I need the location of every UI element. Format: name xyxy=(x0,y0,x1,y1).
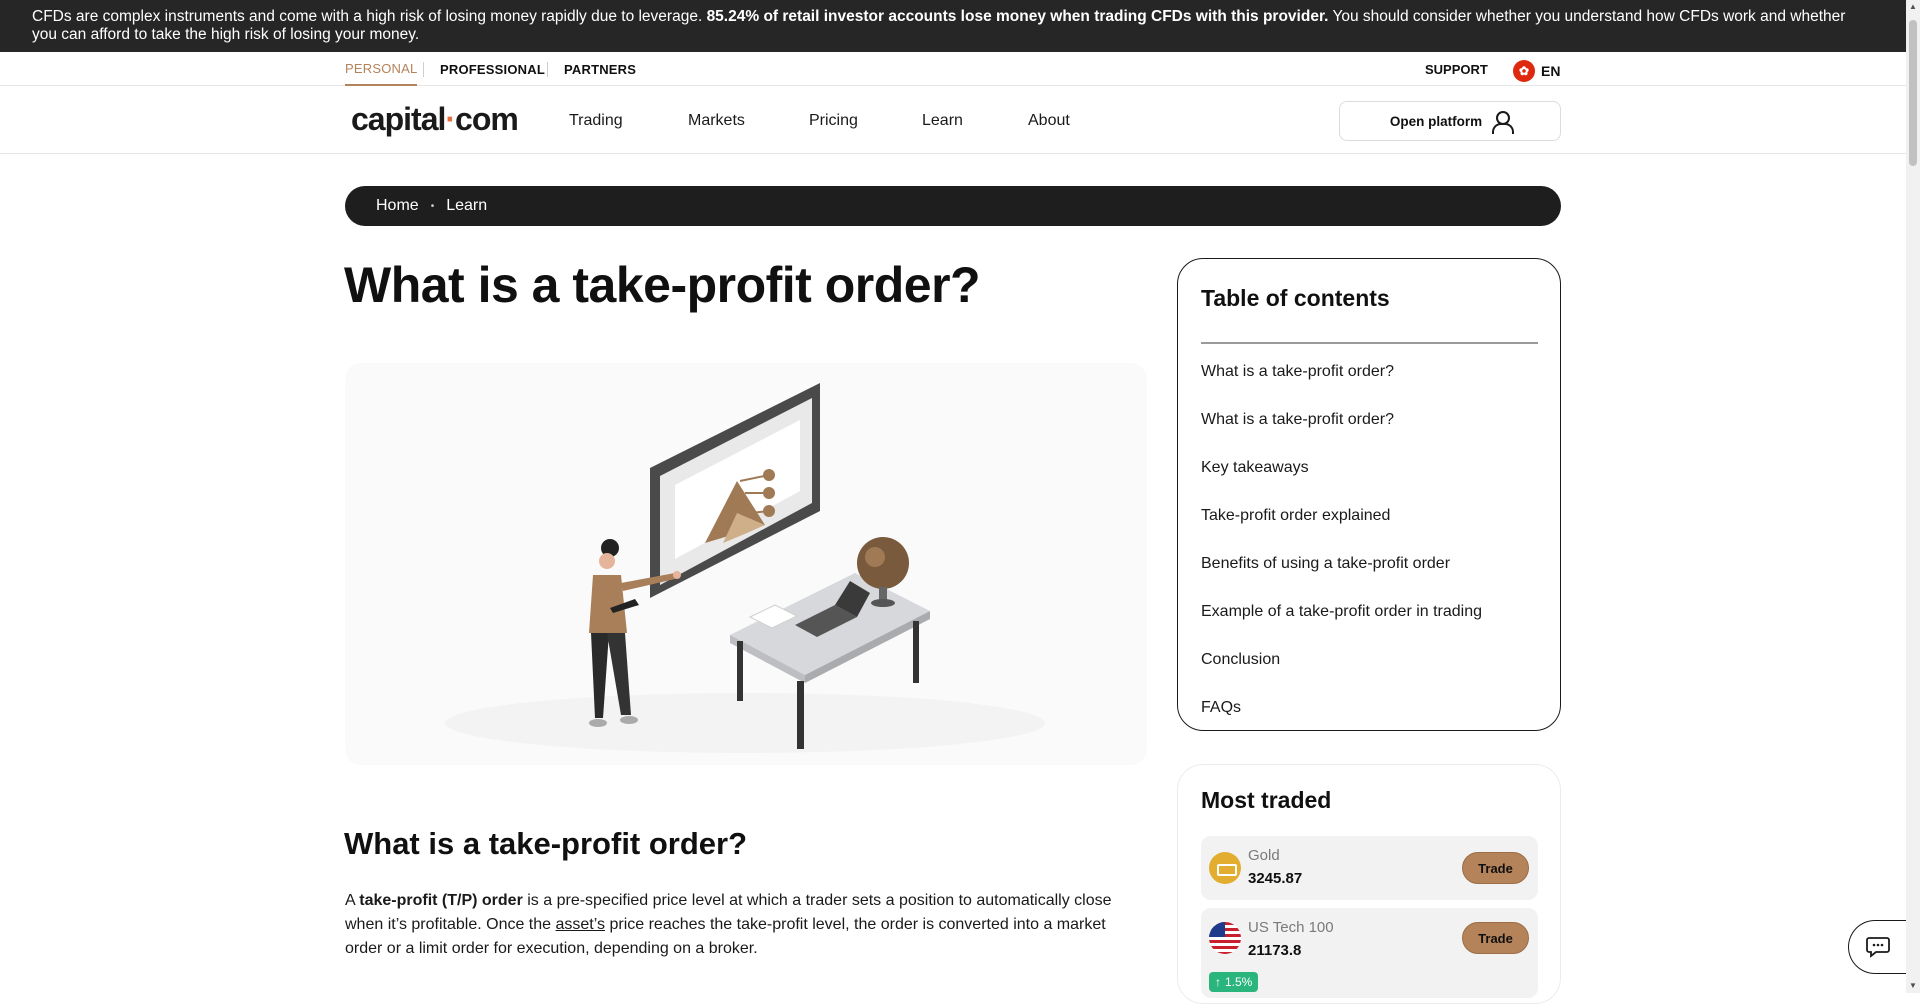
segment-divider xyxy=(547,62,548,77)
us-flag-icon xyxy=(1209,922,1241,954)
segment-divider xyxy=(423,62,424,77)
language-selector[interactable]: ✿ EN xyxy=(1513,60,1560,82)
segment-partners[interactable]: PARTNERS xyxy=(564,52,636,86)
most-traded-panel: Most traded Gold 3245.87 Trade US Tech 1… xyxy=(1177,764,1561,1004)
main-navigation: capital·com Trading Markets Pricing Lear… xyxy=(0,87,1906,154)
section-heading: What is a take-profit order? xyxy=(344,826,748,861)
nav-item-about[interactable]: About xyxy=(1028,87,1070,154)
toc-item[interactable]: Take-profit order explained xyxy=(1201,506,1537,554)
open-platform-label: Open platform xyxy=(1389,113,1483,129)
user-icon xyxy=(1492,111,1515,134)
gold-icon xyxy=(1209,852,1241,884)
change-badge: ↑ 1.5% xyxy=(1209,972,1259,992)
capital-com-logo[interactable]: capital·com xyxy=(351,101,519,138)
instrument-name: Gold xyxy=(1248,847,1280,864)
audience-bar: PERSONAL PROFESSIONAL PARTNERS SUPPORT ✿… xyxy=(0,52,1906,86)
toc-item[interactable]: What is a take-profit order? xyxy=(1201,362,1537,410)
presentation-illustration xyxy=(445,383,1045,753)
para-prefix: A xyxy=(345,892,360,909)
trade-button[interactable]: Trade xyxy=(1462,922,1529,954)
risk-warning-bold: 85.24% of retail investor accounts lose … xyxy=(706,8,1329,25)
support-link[interactable]: SUPPORT xyxy=(1425,52,1488,86)
arrow-up-icon: ↑ xyxy=(1215,975,1221,989)
risk-warning-banner: CFDs are complex instruments and come wi… xyxy=(0,0,1906,52)
hero-illustration xyxy=(345,363,1147,765)
toc-divider xyxy=(1201,342,1538,344)
scroll-up-icon[interactable]: ▲ xyxy=(1908,2,1918,12)
toc-list: What is a take-profit order? What is a t… xyxy=(1201,362,1537,746)
breadcrumb: Home • Learn xyxy=(345,186,1561,226)
instrument-card-us-tech-100[interactable]: US Tech 100 21173.8 Trade ↑ 1.5% xyxy=(1201,908,1538,998)
nav-item-markets[interactable]: Markets xyxy=(688,87,745,154)
nav-item-learn[interactable]: Learn xyxy=(922,87,963,154)
instrument-price: 21173.8 xyxy=(1248,942,1302,959)
risk-warning-text: CFDs are complex instruments and come wi… xyxy=(32,8,707,25)
toc-item[interactable]: What is a take-profit order? xyxy=(1201,410,1537,458)
article-paragraph: A take-profit (T/P) order is a pre-speci… xyxy=(345,889,1145,961)
logo-text-left: capital xyxy=(351,101,446,137)
page-scrollbar[interactable]: ▲ ▼ xyxy=(1906,0,1920,993)
toc-item[interactable]: Example of a take-profit order in tradin… xyxy=(1201,602,1537,650)
language-code: EN xyxy=(1541,63,1561,79)
logo-text-right: com xyxy=(455,101,519,137)
segment-professional[interactable]: PROFESSIONAL xyxy=(440,52,545,86)
segment-personal[interactable]: PERSONAL xyxy=(345,52,418,86)
toc-item[interactable]: FAQs xyxy=(1201,698,1537,746)
table-of-contents: Table of contents What is a take-profit … xyxy=(1177,258,1561,731)
breadcrumb-learn[interactable]: Learn xyxy=(446,197,487,215)
nav-item-trading[interactable]: Trading xyxy=(569,87,623,154)
instrument-name: US Tech 100 xyxy=(1248,919,1334,936)
chat-icon xyxy=(1865,937,1890,958)
instrument-price: 3245.87 xyxy=(1248,870,1303,887)
page-title: What is a take-profit order? xyxy=(344,257,981,313)
nav-item-pricing[interactable]: Pricing xyxy=(809,87,858,154)
change-value: 1.5% xyxy=(1225,975,1253,989)
logo-dot: · xyxy=(445,101,456,137)
flag-hk-icon: ✿ xyxy=(1513,60,1535,82)
para-term: take-profit (T/P) order xyxy=(359,892,523,909)
asset-link[interactable]: asset’s xyxy=(556,916,606,933)
toc-item[interactable]: Key takeaways xyxy=(1201,458,1537,506)
open-platform-button[interactable]: Open platform xyxy=(1339,101,1561,141)
most-traded-title: Most traded xyxy=(1201,787,1332,813)
chat-button[interactable] xyxy=(1848,920,1906,974)
breadcrumb-separator: • xyxy=(430,200,435,212)
scroll-down-icon[interactable]: ▼ xyxy=(1908,981,1918,991)
scroll-thumb[interactable] xyxy=(1909,20,1917,166)
breadcrumb-home[interactable]: Home xyxy=(376,197,419,215)
instrument-card-gold[interactable]: Gold 3245.87 Trade xyxy=(1201,836,1538,900)
trade-button[interactable]: Trade xyxy=(1462,852,1529,884)
toc-item[interactable]: Conclusion xyxy=(1201,650,1537,698)
toc-title: Table of contents xyxy=(1201,285,1390,311)
toc-item[interactable]: Benefits of using a take-profit order xyxy=(1201,554,1537,602)
